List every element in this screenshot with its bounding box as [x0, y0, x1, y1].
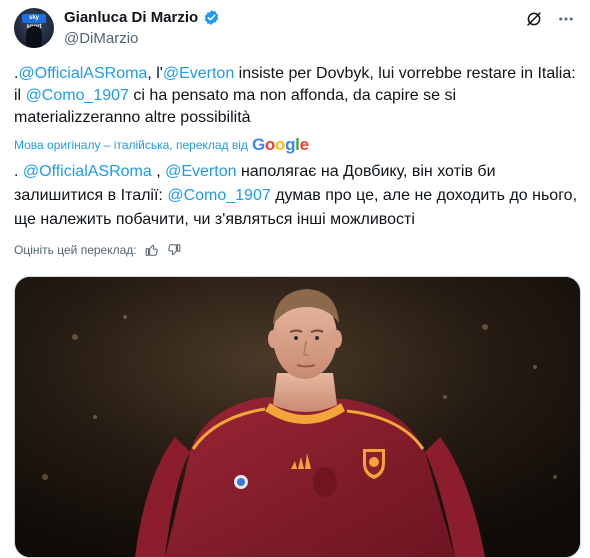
tweet-text-translated: . @OfficialASRoma , @Everton наполягає н…: [14, 160, 579, 232]
mention-link-everton[interactable]: @Everton: [165, 163, 236, 180]
mention-link-roma[interactable]: @OfficialASRoma: [23, 163, 152, 180]
google-logo: Google: [251, 135, 309, 154]
avatar-figure: [26, 26, 42, 48]
tweet-text-original: .@OfficialASRoma, l'@Everton insiste per…: [14, 63, 579, 129]
author-name-row: Gianluca Di Marzio: [64, 9, 220, 26]
translation-source-link[interactable]: Мова оригіналу – італійська, переклад ві…: [14, 135, 309, 155]
rate-label: Оцініть цей переклад:: [14, 243, 137, 257]
mention-link-como[interactable]: @Como_1907: [26, 87, 129, 104]
text-segment: , l': [147, 65, 163, 82]
translation-note: Мова оригіналу – італійська, переклад ві…: [14, 138, 248, 152]
thumbs-up-icon[interactable]: [145, 243, 159, 257]
author-name[interactable]: Gianluca Di Marzio: [64, 9, 198, 26]
tweet-photo[interactable]: [14, 276, 581, 558]
text-segment: ,: [151, 163, 166, 180]
verified-badge-icon: [204, 10, 219, 25]
mention-link-roma[interactable]: @OfficialASRoma: [18, 65, 147, 82]
avatar[interactable]: sky sport: [14, 8, 54, 48]
thumbs-down-icon[interactable]: [167, 243, 181, 257]
rate-translation: Оцініть цей переклад:: [14, 243, 181, 257]
mention-link-como[interactable]: @Como_1907: [167, 187, 270, 204]
author-handle[interactable]: @DiMarzio: [64, 30, 138, 47]
more-icon[interactable]: [556, 9, 576, 29]
text-segment: .: [14, 163, 23, 180]
grok-icon[interactable]: [524, 9, 544, 29]
player-photo: [15, 277, 580, 557]
tweet-actions-top: [524, 9, 576, 29]
mention-link-everton[interactable]: @Everton: [163, 65, 234, 82]
avatar-badge: sky sport: [22, 14, 46, 30]
